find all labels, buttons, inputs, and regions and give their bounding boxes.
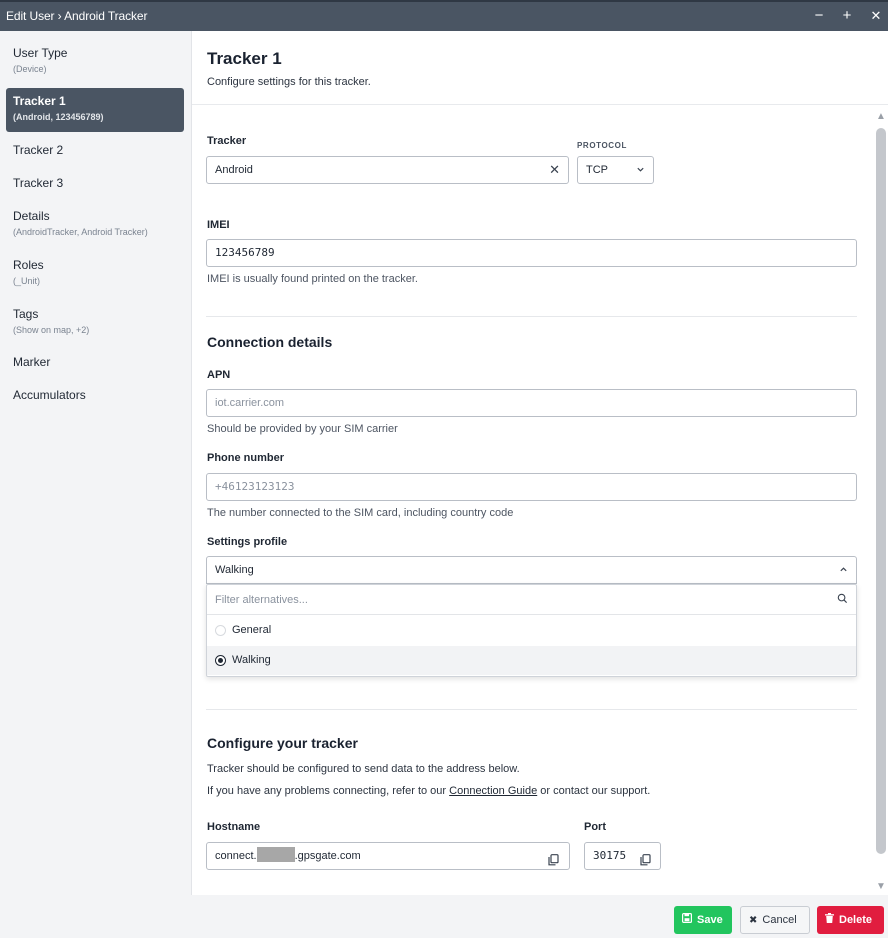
floppy-icon bbox=[682, 907, 693, 935]
sidebar-item-sub: (Device) bbox=[13, 64, 47, 74]
delete-label: Delete bbox=[839, 914, 873, 926]
sidebar-item-label: Tags bbox=[13, 307, 39, 321]
page-title: Tracker 1 bbox=[207, 49, 282, 68]
imei-input[interactable]: 123456789 bbox=[206, 239, 857, 267]
connection-guide-link[interactable]: Connection Guide bbox=[449, 785, 537, 797]
hostname-suffix: .gpsgate.com bbox=[294, 850, 361, 862]
trash-icon bbox=[825, 907, 834, 935]
configure-line2-prefix: If you have any problems connecting, ref… bbox=[207, 785, 450, 797]
apn-placeholder: iot.carrier.com bbox=[215, 397, 285, 409]
configure-line1: Tracker should be configured to send dat… bbox=[207, 763, 520, 775]
configure-line2: If you have any problems connecting, ref… bbox=[207, 785, 650, 797]
x-icon: ✖ bbox=[749, 915, 758, 926]
sidebar-item-tracker-3[interactable]: Tracker 3 bbox=[6, 170, 184, 196]
delete-button[interactable]: Delete bbox=[817, 906, 884, 934]
sidebar: User Type (Device) Tracker 1 (Android, 1… bbox=[0, 31, 192, 938]
hostname-prefix: connect. bbox=[215, 850, 257, 862]
dropdown-option-general[interactable]: General bbox=[207, 616, 856, 645]
save-button[interactable]: Save bbox=[674, 906, 732, 934]
filter-placeholder: Filter alternatives... bbox=[215, 594, 308, 606]
close-button[interactable]: ✕ bbox=[866, 6, 886, 26]
configure-line2-suffix: or contact our support. bbox=[537, 785, 651, 797]
sidebar-item-label: Tracker 1 bbox=[13, 94, 66, 108]
port-label: Port bbox=[584, 821, 606, 833]
window-titlebar: Edit User › Android Tracker − + ✕ bbox=[0, 0, 888, 31]
close-icon[interactable]: ✕ bbox=[549, 157, 560, 183]
sidebar-item-tags[interactable]: Tags (Show on map, +2) bbox=[6, 301, 184, 341]
sidebar-item-tracker-2[interactable]: Tracker 2 bbox=[6, 137, 184, 163]
hostname-field: connect. .gpsgate.com bbox=[206, 842, 570, 870]
sidebar-item-label: Marker bbox=[13, 355, 51, 369]
sidebar-item-marker[interactable]: Marker bbox=[6, 349, 184, 375]
cancel-button[interactable]: ✖ Cancel bbox=[740, 906, 810, 934]
scroll-up-arrow[interactable]: ▲ bbox=[875, 112, 887, 122]
sidebar-item-sub: (Show on map, +2) bbox=[13, 325, 90, 335]
dropdown-option-walking[interactable]: Walking bbox=[207, 646, 856, 675]
imei-help: IMEI is usually found printed on the tra… bbox=[207, 273, 418, 285]
sidebar-item-sub: (_Unit) bbox=[13, 276, 41, 286]
divider bbox=[206, 316, 857, 317]
sidebar-item-label: Details bbox=[13, 209, 50, 223]
apn-help: Should be provided by your SIM carrier bbox=[207, 423, 398, 435]
tracker-select[interactable]: Android ✕ bbox=[206, 156, 569, 184]
sidebar-item-user-type[interactable]: User Type (Device) bbox=[6, 40, 184, 80]
apn-input[interactable]: iot.carrier.com bbox=[206, 389, 857, 417]
protocol-label: PROTOCOL bbox=[577, 141, 627, 150]
filter-input[interactable]: Filter alternatives... bbox=[207, 585, 856, 615]
configure-title: Configure your tracker bbox=[207, 735, 358, 751]
page-header: Tracker 1 Configure settings for this tr… bbox=[192, 31, 888, 105]
tracker-value: Android bbox=[215, 164, 253, 176]
radio-icon bbox=[215, 625, 226, 636]
cancel-label: Cancel bbox=[762, 914, 797, 926]
option-label: General bbox=[232, 624, 272, 636]
settings-profile-dropdown: Filter alternatives... General Walking bbox=[206, 584, 857, 677]
sidebar-item-tracker-1[interactable]: Tracker 1 (Android, 123456789) bbox=[6, 88, 184, 132]
sidebar-item-label: Tracker 3 bbox=[13, 176, 64, 190]
divider bbox=[206, 709, 857, 710]
page-description: Configure settings for this tracker. bbox=[207, 76, 371, 88]
scroll-down-arrow[interactable]: ▼ bbox=[875, 882, 887, 892]
sidebar-item-accumulators[interactable]: Accumulators bbox=[6, 382, 184, 408]
copy-icon[interactable] bbox=[548, 850, 559, 866]
option-label: Walking bbox=[232, 654, 271, 666]
main-panel: Tracker 1 Configure settings for this tr… bbox=[192, 31, 888, 895]
tracker-label: Tracker bbox=[207, 135, 247, 147]
protocol-value: TCP bbox=[586, 164, 608, 176]
sidebar-item-label: Accumulators bbox=[13, 388, 86, 402]
hostname-label: Hostname bbox=[207, 821, 261, 833]
imei-label: IMEI bbox=[207, 219, 230, 231]
copy-icon[interactable] bbox=[640, 850, 651, 866]
chevron-down-icon bbox=[636, 157, 645, 183]
connection-details-title: Connection details bbox=[207, 334, 333, 350]
phone-label: Phone number bbox=[207, 452, 285, 464]
redacted-block bbox=[256, 847, 295, 862]
phone-help: The number connected to the SIM card, in… bbox=[207, 507, 514, 519]
search-icon bbox=[837, 586, 848, 616]
chevron-up-icon bbox=[839, 557, 848, 583]
sidebar-item-label: Tracker 2 bbox=[13, 143, 64, 157]
port-value: 30175 bbox=[593, 849, 627, 862]
sidebar-item-label: Roles bbox=[13, 258, 44, 272]
sidebar-item-roles[interactable]: Roles (_Unit) bbox=[6, 252, 184, 292]
radio-selected-icon bbox=[215, 655, 226, 666]
protocol-select[interactable]: TCP bbox=[577, 156, 654, 184]
settings-profile-select[interactable]: Walking bbox=[206, 556, 857, 584]
maximize-button[interactable]: + bbox=[837, 6, 857, 26]
footer-bar: Save ✖ Cancel Delete bbox=[0, 895, 888, 938]
window-title: Edit User › Android Tracker bbox=[6, 9, 148, 23]
phone-input[interactable]: +46123123123 bbox=[206, 473, 857, 501]
sidebar-item-label: User Type bbox=[13, 46, 68, 60]
sidebar-item-sub: (AndroidTracker, Android Tracker) bbox=[13, 227, 148, 237]
apn-label: APN bbox=[207, 369, 231, 381]
port-field: 30175 bbox=[584, 842, 661, 870]
minimize-button[interactable]: − bbox=[809, 6, 829, 26]
save-label: Save bbox=[697, 914, 723, 926]
phone-placeholder: +46123123123 bbox=[215, 480, 295, 493]
settings-profile-value: Walking bbox=[215, 564, 254, 576]
sidebar-item-sub: (Android, 123456789) bbox=[13, 112, 104, 122]
scrollbar-thumb[interactable] bbox=[876, 128, 886, 854]
settings-profile-label: Settings profile bbox=[207, 536, 288, 548]
sidebar-item-details[interactable]: Details (AndroidTracker, Android Tracker… bbox=[6, 203, 184, 243]
